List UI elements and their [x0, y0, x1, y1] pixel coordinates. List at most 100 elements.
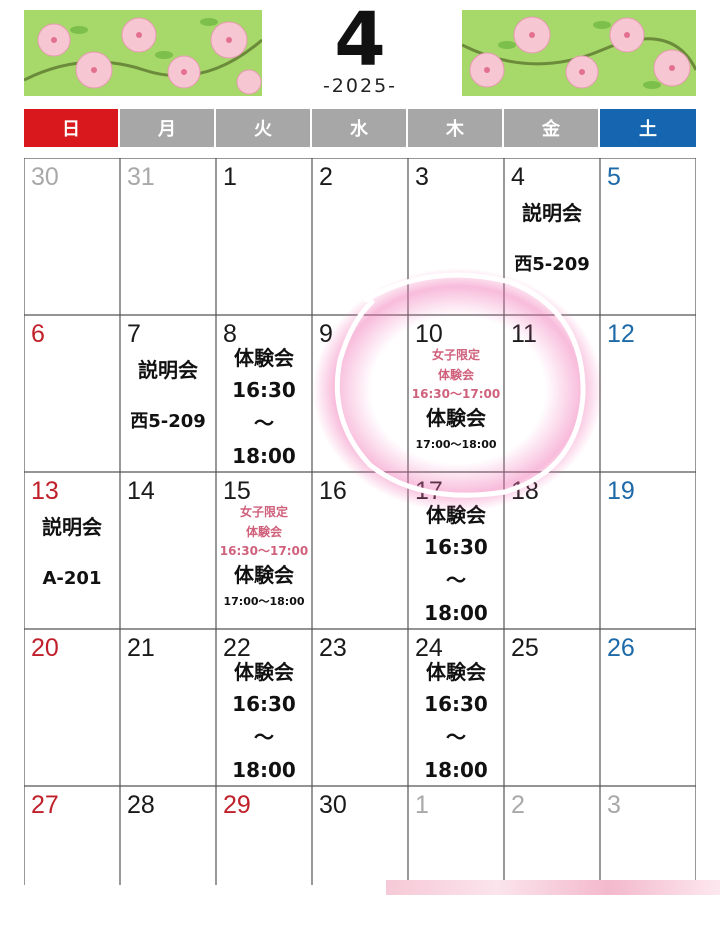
day-number: 25: [511, 634, 539, 662]
weekday-label: 月: [120, 109, 216, 147]
day-cell[interactable]: 28: [120, 786, 216, 943]
day-number: 11: [511, 320, 537, 348]
day-number: 18: [511, 477, 539, 505]
day-cell[interactable]: 30: [24, 158, 120, 315]
day-cell[interactable]: 17 体験会 16:30 〜 18:00: [408, 472, 504, 629]
event-title: 説明会: [522, 201, 582, 225]
event-note: 女子限定: [431, 348, 480, 362]
day-cell[interactable]: 14: [120, 472, 216, 629]
day-cell[interactable]: 8 体験会 16:30 〜 18:00: [216, 315, 312, 472]
day-cell[interactable]: 2: [312, 158, 408, 315]
event-note: 体験会: [245, 525, 282, 539]
event-note-time: 16:30〜17:00: [219, 544, 309, 558]
day-cell[interactable]: 31: [120, 158, 216, 315]
day-number: 1: [415, 791, 429, 819]
day-cell[interactable]: 19: [600, 472, 696, 629]
day-number: 17: [415, 477, 443, 505]
year-label: -2025-: [322, 75, 398, 97]
weekday-label: 土: [600, 109, 696, 147]
day-cell[interactable]: 13 説明会 A-201: [24, 472, 120, 629]
weekday-label: 金: [504, 109, 600, 147]
cherry-blossom-banner-right: [462, 10, 696, 96]
event-start-time: 16:30: [424, 535, 488, 559]
day-cell[interactable]: 16: [312, 472, 408, 629]
cherry-blossom-decoration: [24, 17, 262, 95]
day-number: 8: [223, 320, 237, 348]
event-start-time: 16:30: [232, 378, 296, 402]
day-number: 31: [127, 163, 155, 191]
event-end-time: 18:00: [232, 444, 296, 468]
day-number: 4: [511, 163, 525, 191]
day-cell[interactable]: 4 説明会西5-209: [504, 158, 600, 315]
cherry-blossom-banner-left: [24, 10, 262, 96]
day-cell[interactable]: 3: [408, 158, 504, 315]
day-cell[interactable]: 6: [24, 315, 120, 472]
day-cell[interactable]: 3: [600, 786, 696, 943]
day-cell[interactable]: 24 体験会 16:30 〜 18:00: [408, 629, 504, 786]
event-room: 西5-209: [130, 411, 206, 432]
event-time-separator: 〜: [446, 568, 466, 592]
event-end-time: 18:00: [424, 758, 488, 782]
day-cell[interactable]: 20: [24, 629, 120, 786]
day-number: 2: [511, 791, 525, 819]
day-number: 21: [127, 634, 155, 662]
day-cell[interactable]: 18: [504, 472, 600, 629]
day-number: 2: [319, 163, 333, 191]
day-cell[interactable]: 22 体験会 16:30 〜 18:00: [216, 629, 312, 786]
event-start-time: 16:30: [232, 692, 296, 716]
day-cell[interactable]: 1: [408, 786, 504, 943]
event-room: A-201: [42, 568, 102, 589]
event-note: 女子限定: [239, 505, 288, 519]
day-cell[interactable]: 10 女子限定 体験会 16:30〜17:00 体験会 17:00〜18:00: [408, 315, 504, 472]
event-room: 西5-209: [514, 254, 590, 275]
event-title: 説明会: [42, 515, 102, 539]
event-end-time: 18:00: [232, 758, 296, 782]
event-title: 体験会: [234, 346, 294, 370]
day-number: 23: [319, 634, 347, 662]
day-number: 30: [319, 791, 347, 819]
day-cell[interactable]: 11: [504, 315, 600, 472]
day-cell[interactable]: 27: [24, 786, 120, 943]
cherry-blossom-decoration: [462, 16, 696, 89]
cherry-blossom-footer: [386, 880, 720, 895]
day-number: 22: [223, 634, 251, 662]
day-number: 14: [127, 477, 155, 505]
day-cell[interactable]: 29: [216, 786, 312, 943]
event-title: 体験会: [426, 503, 486, 527]
day-cell[interactable]: 23: [312, 629, 408, 786]
day-cell[interactable]: 2: [504, 786, 600, 943]
weekday-header: 日月火水木金土: [24, 109, 696, 147]
day-number: 13: [31, 477, 59, 505]
day-cell[interactable]: 15 女子限定 体験会 16:30〜17:00 体験会 17:00〜18:00: [216, 472, 312, 629]
day-cell[interactable]: 21: [120, 629, 216, 786]
day-cell[interactable]: 26: [600, 629, 696, 786]
event-note: 体験会: [437, 368, 474, 382]
event-start-time: 16:30: [424, 692, 488, 716]
day-number: 1: [223, 163, 237, 191]
day-cell[interactable]: 30: [312, 786, 408, 943]
day-number: 20: [31, 634, 59, 662]
day-number: 5: [607, 163, 621, 191]
weekday-label: 水: [312, 109, 408, 147]
day-number: 30: [31, 163, 59, 191]
day-number: 12: [607, 320, 635, 348]
day-cell[interactable]: 12: [600, 315, 696, 472]
day-cell[interactable]: 5: [600, 158, 696, 315]
weekday-label: 火: [216, 109, 312, 147]
day-cell[interactable]: 9: [312, 315, 408, 472]
event-title: 体験会: [234, 563, 294, 587]
weekday-label: 木: [408, 109, 504, 147]
day-number: 28: [127, 791, 155, 819]
day-number: 24: [415, 634, 443, 662]
day-number: 3: [415, 163, 429, 191]
day-number: 27: [31, 791, 59, 819]
day-number: 3: [607, 791, 621, 819]
month-number: 4: [334, 0, 386, 83]
day-cell[interactable]: 7 説明会 西5-209: [120, 315, 216, 472]
day-number: 29: [223, 791, 251, 819]
day-cell[interactable]: 25: [504, 629, 600, 786]
day-number: 6: [31, 320, 45, 348]
day-cell[interactable]: 1: [216, 158, 312, 315]
event-title: 説明会: [138, 358, 198, 382]
event-title: 体験会: [426, 406, 486, 430]
